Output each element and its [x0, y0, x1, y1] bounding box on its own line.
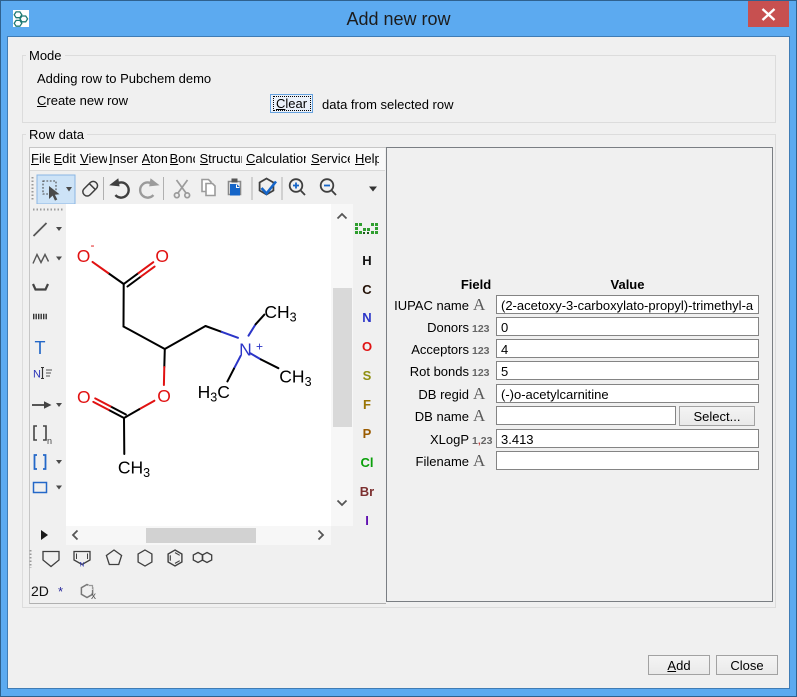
svg-text:O: O	[155, 246, 169, 266]
svg-text:H3C: H3C	[198, 382, 230, 405]
svg-text:O: O	[77, 246, 91, 266]
svg-text:CH3: CH3	[118, 457, 150, 480]
svg-text:CH3: CH3	[264, 302, 296, 325]
svg-text:T: T	[35, 338, 46, 358]
svg-text:-: -	[91, 238, 95, 252]
svg-text:N: N	[239, 339, 252, 359]
svg-text:x: x	[91, 591, 96, 601]
svg-text:N: N	[33, 369, 41, 381]
svg-text:O: O	[157, 386, 171, 406]
svg-text:N: N	[80, 562, 85, 569]
svg-text:CH3: CH3	[279, 366, 311, 389]
svg-text:O: O	[77, 387, 91, 407]
svg-text:+: +	[256, 340, 263, 354]
svg-text:n: n	[47, 436, 52, 446]
